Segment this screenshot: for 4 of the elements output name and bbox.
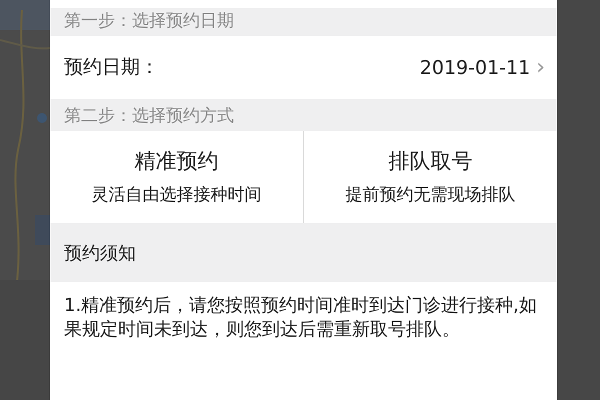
section-header: 第二步：选择预约方式 (64, 105, 234, 128)
notice-title: 预约须知 (64, 242, 136, 266)
section-header: 第一步：选择预约日期 (64, 10, 234, 34)
notice-text: 1.精准预约后，请您按照预约时间准时到达门诊进行接种,如果规定时间未到达，则您到达后需重新取号排队。 (64, 294, 538, 342)
